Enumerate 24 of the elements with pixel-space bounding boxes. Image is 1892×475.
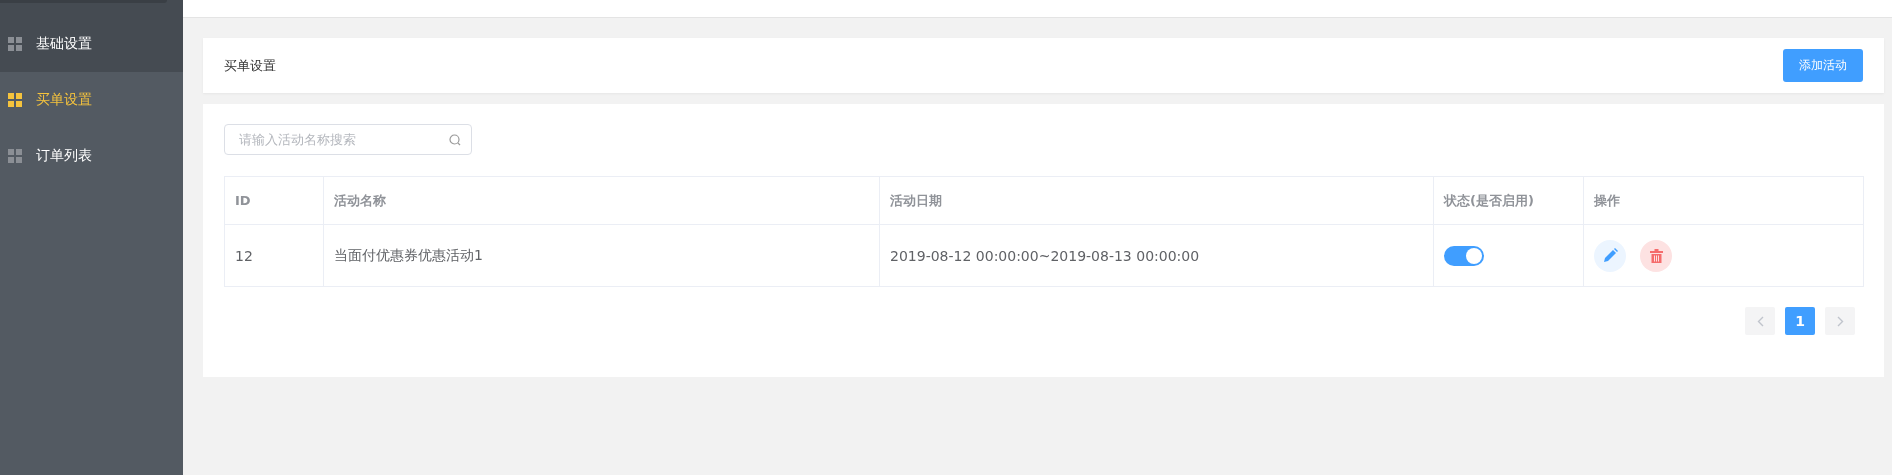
table-cell: 2019-08-12 00:00:00~2019-08-13 00:00:00 bbox=[879, 224, 1434, 287]
sidebar-item[interactable]: 基础设置 bbox=[0, 16, 183, 72]
page-button[interactable]: 1 bbox=[1785, 307, 1815, 335]
pencil-icon bbox=[1602, 248, 1618, 263]
search-icon bbox=[449, 134, 461, 146]
search-field[interactable]: 请输入活动名称搜索 bbox=[224, 124, 472, 155]
delete-button[interactable] bbox=[1640, 239, 1672, 272]
grid-icon bbox=[8, 37, 22, 51]
column-header: 操作 bbox=[1583, 176, 1864, 225]
column-header: 活动日期 bbox=[879, 176, 1434, 225]
chevron-left-icon bbox=[1756, 315, 1764, 327]
edit-button[interactable] bbox=[1594, 239, 1626, 272]
column-header: 状态(是否启用) bbox=[1433, 176, 1584, 225]
chevron-right-icon bbox=[1836, 315, 1844, 327]
toggle-switch[interactable] bbox=[1444, 245, 1484, 266]
add-activity-button[interactable]: 添加活动 bbox=[1783, 49, 1863, 82]
column-header: ID bbox=[224, 176, 324, 225]
grid-icon bbox=[8, 149, 22, 163]
table-cell: 当面付优惠券优惠活动1 bbox=[323, 224, 880, 287]
table-cell: 12 bbox=[224, 224, 324, 287]
grid-icon bbox=[8, 93, 22, 107]
column-header: 活动名称 bbox=[323, 176, 880, 225]
page-title: 买单设置 bbox=[224, 56, 276, 75]
trash-icon bbox=[1649, 248, 1663, 263]
